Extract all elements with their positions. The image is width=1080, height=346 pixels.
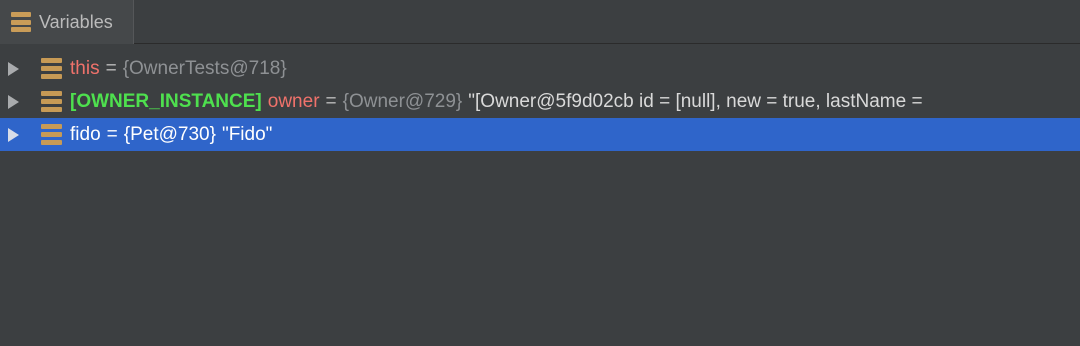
- tab-variables[interactable]: Variables: [0, 0, 134, 44]
- expand-arrow-icon[interactable]: [8, 61, 19, 76]
- expand-arrow-icon[interactable]: [8, 127, 19, 142]
- variable-name: this: [70, 57, 100, 79]
- variable-row-this[interactable]: this = {OwnerTests@718}: [0, 52, 1080, 85]
- variable-name: owner: [267, 90, 320, 112]
- debugger-variables-panel: Variables this = {OwnerTests@718} [OWNER…: [0, 0, 1080, 346]
- equals-sign: =: [106, 123, 118, 145]
- variable-reference: {Owner@729}: [342, 90, 463, 112]
- field-icon: [41, 91, 62, 112]
- tab-bar: Variables: [0, 0, 1080, 44]
- equals-sign: =: [325, 90, 337, 112]
- field-icon: [41, 124, 62, 145]
- field-icon: [41, 58, 62, 79]
- expand-arrow-icon[interactable]: [8, 94, 19, 109]
- variable-reference: {Pet@730}: [123, 123, 216, 145]
- variable-value: "[Owner@5f9d02cb id = [null], new = true…: [468, 90, 923, 112]
- watch-label: [OWNER_INSTANCE]: [70, 90, 262, 112]
- equals-sign: =: [105, 57, 117, 79]
- variable-value: "Fido": [221, 123, 273, 145]
- variables-tree: this = {OwnerTests@718} [OWNER_INSTANCE]…: [0, 52, 1080, 151]
- variable-name: fido: [70, 123, 101, 145]
- variable-row-fido[interactable]: fido = {Pet@730} "Fido": [0, 118, 1080, 151]
- variable-row-owner[interactable]: [OWNER_INSTANCE] owner = {Owner@729} "[O…: [0, 85, 1080, 118]
- variables-stack-icon: [11, 12, 31, 32]
- tab-label: Variables: [39, 11, 113, 32]
- variable-reference: {OwnerTests@718}: [122, 57, 287, 79]
